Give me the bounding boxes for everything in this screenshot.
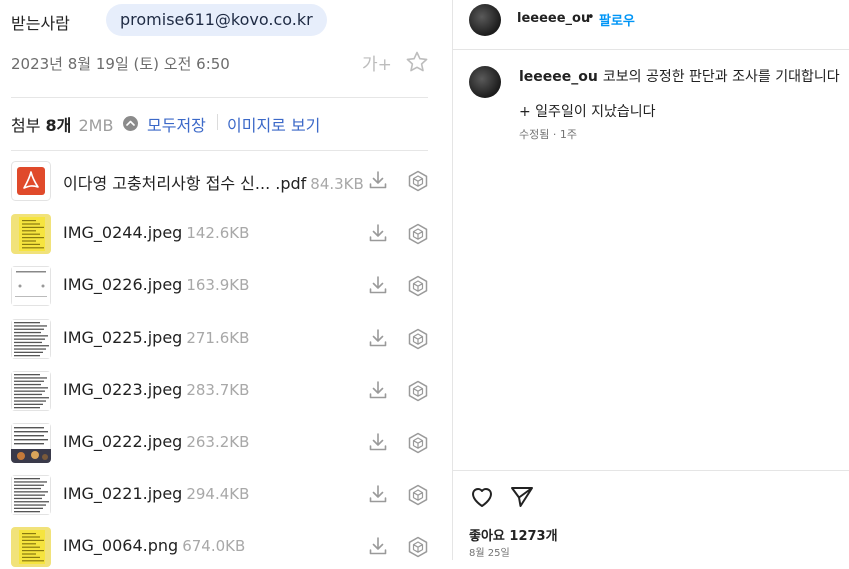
attachment-filename[interactable]: IMG_0223.jpeg: [63, 380, 182, 399]
attachment-thumbnail[interactable]: [11, 214, 51, 254]
download-icon[interactable]: [367, 274, 389, 296]
attachments-count: 8개: [45, 116, 72, 135]
cloud-save-icon[interactable]: [406, 327, 430, 351]
download-icon[interactable]: [367, 431, 389, 453]
attachment-thumbnail[interactable]: [11, 423, 51, 463]
attachment-row[interactable]: IMG_0244.jpeg 142.6KB: [11, 212, 441, 256]
attachment-filename[interactable]: IMG_0222.jpeg: [63, 432, 182, 451]
cloud-save-icon[interactable]: [406, 169, 430, 193]
divider: [11, 97, 428, 98]
attachment-name[interactable]: IMG_0244.jpeg 142.6KB: [63, 223, 249, 242]
comment-text: 코보의 공정한 판단과 조사를 기대합니다: [602, 69, 840, 85]
comment-username[interactable]: leeeee_ou: [519, 69, 598, 85]
attachments-size: 2MB: [78, 116, 114, 135]
attachment-size: 674.0KB: [182, 537, 246, 555]
comment-text-line2: + 일주일이 지났습니다: [519, 104, 656, 120]
attachment-size: 263.2KB: [186, 433, 250, 451]
download-icon[interactable]: [367, 535, 389, 557]
attachment-row[interactable]: IMG_0222.jpeg 263.2KB: [11, 421, 441, 465]
download-icon[interactable]: [367, 379, 389, 401]
cloud-save-icon[interactable]: [406, 379, 430, 403]
attachment-thumbnail[interactable]: [11, 371, 51, 411]
attachment-name[interactable]: IMG_0221.jpeg 294.4KB: [63, 484, 249, 503]
follow-button[interactable]: 팔로우: [599, 10, 635, 29]
attachment-size: 142.6KB: [186, 224, 250, 242]
attachment-filename[interactable]: IMG_0225.jpeg: [63, 328, 182, 347]
attachment-row[interactable]: 이다영 고충처리사항 접수 신... .pdf 84.3KB: [11, 159, 441, 203]
attachment-name[interactable]: IMG_0222.jpeg 263.2KB: [63, 432, 249, 451]
attachment-filename[interactable]: IMG_0226.jpeg: [63, 275, 182, 294]
avatar[interactable]: [469, 4, 501, 36]
attachments-label: 첨부: [11, 116, 41, 135]
recipient-email-chip[interactable]: promise611@kovo.co.kr: [106, 4, 327, 36]
divider: [11, 150, 428, 151]
attachment-size: 84.3KB: [310, 175, 364, 193]
attachment-row[interactable]: IMG_0064.png 674.0KB: [11, 525, 441, 569]
attachment-filename[interactable]: IMG_0221.jpeg: [63, 484, 182, 503]
cloud-save-icon[interactable]: [406, 483, 430, 507]
attachment-thumbnail[interactable]: [11, 161, 51, 201]
download-icon[interactable]: [367, 222, 389, 244]
mail-date: 2023년 8월 19일 (토) 오전 6:50: [11, 55, 230, 73]
attachment-name[interactable]: IMG_0064.png 674.0KB: [63, 536, 245, 555]
attachment-row[interactable]: IMG_0225.jpeg 271.6KB: [11, 317, 441, 361]
attachment-thumbnail[interactable]: [11, 475, 51, 515]
separator: [217, 114, 218, 130]
mail-pane: 받는사람 promise611@kovo.co.kr 2023년 8월 19일 …: [0, 0, 452, 567]
recipient-label: 받는사람: [11, 14, 70, 33]
attachment-row[interactable]: IMG_0223.jpeg 283.7KB: [11, 369, 441, 413]
attachment-filename[interactable]: IMG_0244.jpeg: [63, 223, 182, 242]
separator-dot: •: [587, 10, 595, 25]
attachment-size: 294.4KB: [186, 485, 250, 503]
download-icon[interactable]: [367, 483, 389, 505]
attachment-filename[interactable]: 이다영 고충처리사항 접수 신... .pdf: [63, 174, 306, 193]
send-icon[interactable]: [509, 484, 535, 510]
attachment-thumbnail[interactable]: [11, 266, 51, 306]
save-all-link[interactable]: 모두저장: [147, 112, 206, 136]
post-pane: leeeee_ou • 팔로우 leeeee_ou 코보의 공정한 판단과 조사를…: [453, 0, 849, 560]
cloud-save-icon[interactable]: [406, 535, 430, 559]
attachment-thumbnail[interactable]: [11, 527, 51, 567]
chevron-up-icon[interactable]: [123, 116, 138, 131]
attachment-row[interactable]: IMG_0221.jpeg 294.4KB: [11, 473, 441, 517]
comment-meta: 수정됨 · 1주: [519, 128, 577, 141]
comment-avatar[interactable]: [469, 66, 501, 98]
attachment-name[interactable]: 이다영 고충처리사항 접수 신... .pdf 84.3KB: [63, 170, 364, 194]
download-icon[interactable]: [367, 169, 389, 191]
post-username[interactable]: leeeee_ou: [517, 11, 590, 26]
divider: [453, 470, 849, 471]
attachment-thumbnail[interactable]: [11, 319, 51, 359]
attachment-size: 271.6KB: [186, 329, 250, 347]
heart-icon[interactable]: [469, 484, 495, 510]
star-icon[interactable]: [405, 50, 429, 74]
attachment-name[interactable]: IMG_0225.jpeg 271.6KB: [63, 328, 249, 347]
divider: [453, 49, 849, 50]
attachment-size: 163.9KB: [186, 276, 250, 294]
attachment-size: 283.7KB: [186, 381, 250, 399]
attachment-filename[interactable]: IMG_0064.png: [63, 536, 178, 555]
cloud-save-icon[interactable]: [406, 274, 430, 298]
cloud-save-icon[interactable]: [406, 222, 430, 246]
cloud-save-icon[interactable]: [406, 431, 430, 455]
attachments-header: 첨부 8개 2MB: [11, 112, 113, 136]
attachment-row[interactable]: IMG_0226.jpeg 163.9KB: [11, 264, 441, 308]
attachment-name[interactable]: IMG_0226.jpeg 163.9KB: [63, 275, 249, 294]
font-size-icon[interactable]: 가+: [362, 50, 392, 75]
attachment-name[interactable]: IMG_0223.jpeg 283.7KB: [63, 380, 249, 399]
view-as-images-link[interactable]: 이미지로 보기: [227, 112, 320, 136]
likes-count[interactable]: 좋아요 1273개: [469, 525, 558, 544]
comment: leeeee_ou 코보의 공정한 판단과 조사를 기대합니다: [519, 66, 840, 86]
download-icon[interactable]: [367, 327, 389, 349]
post-date: 8월 25일: [469, 548, 510, 559]
